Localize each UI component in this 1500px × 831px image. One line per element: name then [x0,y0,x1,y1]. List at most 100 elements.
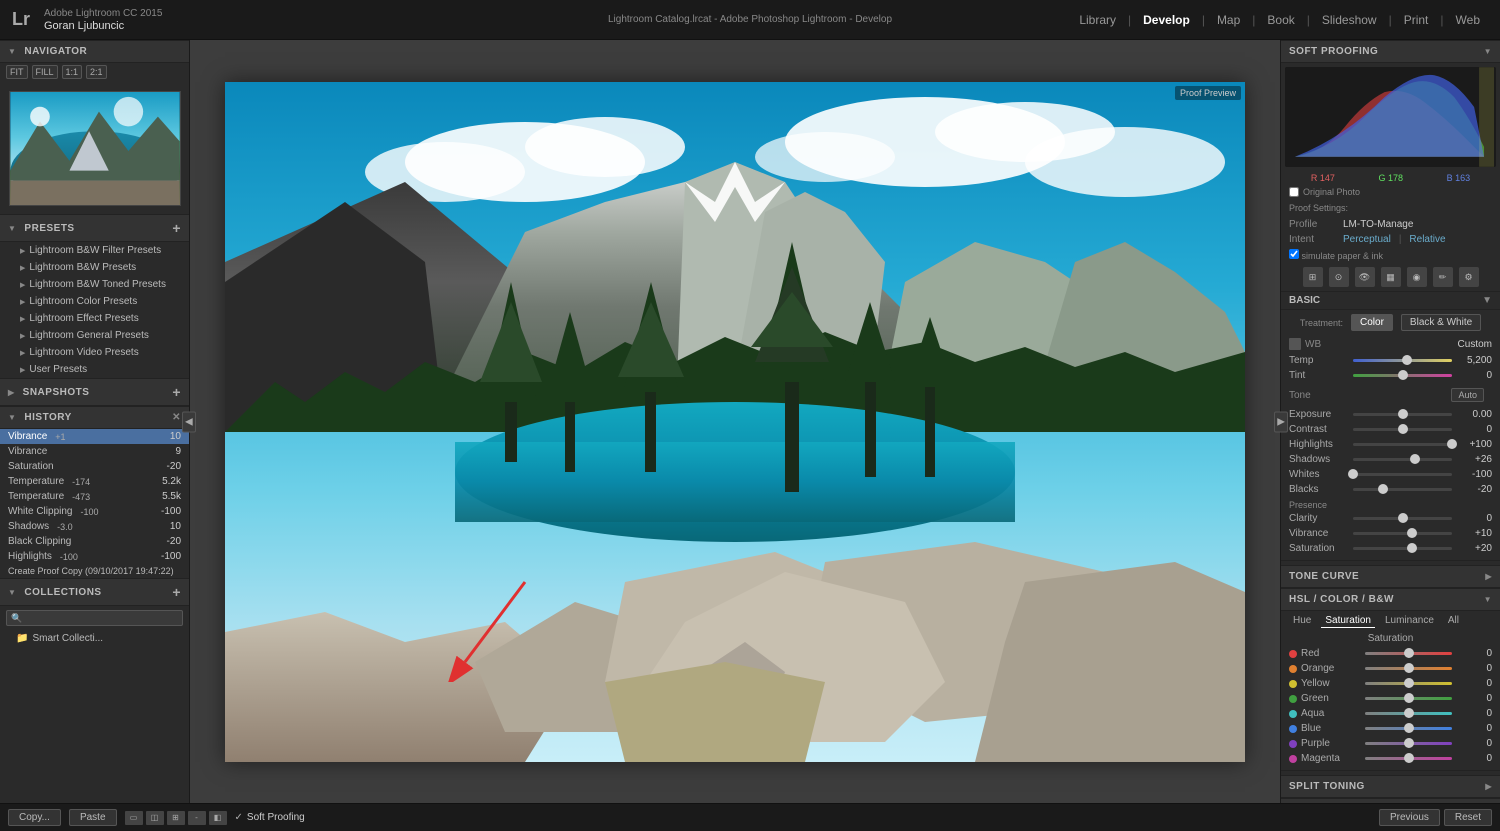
hsl-blue-thumb[interactable] [1404,723,1414,733]
crop-tool[interactable]: ⊞ [1303,267,1323,287]
exposure-track[interactable] [1353,413,1452,416]
hsl-aqua-thumb[interactable] [1404,708,1414,718]
zoom-1-1[interactable]: 1:1 [62,65,83,79]
history-item[interactable]: Vibrance 9 [0,444,189,459]
history-item[interactable]: White Clipping-100 -100 [0,504,189,519]
presets-add-btn[interactable]: + [172,220,181,236]
whites-track[interactable] [1353,473,1452,476]
hsl-tab-luminance[interactable]: Luminance [1381,614,1438,628]
left-panel-collapse[interactable]: ◀ [182,411,196,432]
split-toning-header[interactable]: Split Toning ▶ [1281,775,1500,798]
contrast-thumb[interactable] [1398,424,1408,434]
vibrance-thumb[interactable] [1407,528,1417,538]
history-item-vibrance-active[interactable]: Vibrance+1 10 [0,429,189,444]
collections-item-smart[interactable]: 📁 Smart Collecti... [0,630,189,647]
nav-map[interactable]: Map [1209,9,1248,31]
hsl-green-track[interactable] [1365,697,1452,700]
hsl-tab-saturation[interactable]: Saturation [1321,614,1375,628]
view-single[interactable]: ▭ [125,811,143,825]
hsl-orange-thumb[interactable] [1404,663,1414,673]
shadows-track[interactable] [1353,458,1452,461]
history-item[interactable]: Highlights-100 -100 [0,549,189,564]
hsl-blue-track[interactable] [1365,727,1452,730]
history-item[interactable]: Shadows-3.0 10 [0,519,189,534]
history-item-create-proof[interactable]: Create Proof Copy (09/10/2017 19:47:22) [0,564,189,578]
vibrance-track[interactable] [1353,532,1452,535]
snapshots-add-btn[interactable]: + [172,384,181,400]
collections-search-input[interactable] [6,610,183,626]
zoom-fill[interactable]: FILL [32,65,58,79]
preset-item[interactable]: ▶Lightroom B&W Presets [0,259,189,276]
auto-btn[interactable]: Auto [1451,388,1484,402]
nav-print[interactable]: Print [1396,9,1437,31]
treatment-color-btn[interactable]: Color [1351,314,1393,331]
previous-btn[interactable]: Previous [1379,809,1440,826]
history-header[interactable]: ▼ History ✕ [0,406,189,429]
hsl-tab-hue[interactable]: Hue [1289,614,1315,628]
spot-removal-tool[interactable]: ⊙ [1329,267,1349,287]
hsl-orange-track[interactable] [1365,667,1452,670]
hsl-purple-thumb[interactable] [1404,738,1414,748]
preset-item[interactable]: ▶Lightroom B&W Filter Presets [0,242,189,259]
temp-track[interactable] [1353,359,1452,362]
history-close[interactable]: ✕ [172,412,181,423]
hsl-magenta-thumb[interactable] [1404,753,1414,763]
tint-thumb[interactable] [1398,370,1408,380]
hsl-red-thumb[interactable] [1404,648,1414,658]
proof-simulate-checkbox[interactable] [1289,249,1299,259]
right-panel-collapse[interactable]: ▶ [1274,411,1288,432]
blacks-thumb[interactable] [1378,484,1388,494]
hsl-header[interactable]: HSL / Color / B&W ▼ [1281,588,1500,611]
view-before-after[interactable]: ◧ [209,811,227,825]
clarity-track[interactable] [1353,517,1452,520]
history-item[interactable]: Temperature-174 5.2k [0,474,189,489]
hsl-aqua-track[interactable] [1365,712,1452,715]
proof-intent-relative[interactable]: Relative [1409,234,1445,245]
exposure-thumb[interactable] [1398,409,1408,419]
radial-filter-tool[interactable]: ◉ [1407,267,1427,287]
view-survey[interactable]: ⊞ [167,811,185,825]
hsl-yellow-track[interactable] [1365,682,1452,685]
zoom-2-1[interactable]: 2:1 [86,65,107,79]
detail-header[interactable]: Detail ▶ [1281,798,1500,803]
view-compare[interactable]: ◫ [146,811,164,825]
preset-item[interactable]: ▶User Presets [0,361,189,378]
navigator-thumbnail[interactable] [9,91,181,206]
hsl-yellow-thumb[interactable] [1404,678,1414,688]
nav-develop[interactable]: Develop [1135,9,1198,31]
nav-library[interactable]: Library [1071,9,1124,31]
paste-btn[interactable]: Paste [69,809,117,826]
preset-item[interactable]: ▶Lightroom Video Presets [0,344,189,361]
preset-item[interactable]: ▶Lightroom General Presets [0,327,189,344]
soft-proofing-header[interactable]: Soft Proofing ▼ [1281,40,1500,63]
hsl-magenta-track[interactable] [1365,757,1452,760]
snapshots-header[interactable]: ▶ Snapshots + [0,378,189,406]
reset-btn[interactable]: Reset [1444,809,1492,826]
whites-thumb[interactable] [1348,469,1358,479]
history-item[interactable]: Black Clipping -20 [0,534,189,549]
saturation-thumb[interactable] [1407,543,1417,553]
tint-track[interactable] [1353,374,1452,377]
graduated-filter-tool[interactable]: ▦ [1381,267,1401,287]
tone-curve-header[interactable]: Tone Curve ▶ [1281,565,1500,588]
hsl-tab-all[interactable]: All [1444,614,1463,628]
nav-web[interactable]: Web [1448,9,1488,31]
wb-eyedropper[interactable] [1289,338,1301,350]
wb-value[interactable]: Custom [1417,339,1493,350]
adjustment-brush-tool[interactable]: ✏ [1433,267,1453,287]
highlights-track[interactable] [1353,443,1452,446]
nav-slideshow[interactable]: Slideshow [1314,9,1385,31]
clarity-thumb[interactable] [1398,513,1408,523]
collections-header[interactable]: ▼ Collections + [0,578,189,606]
saturation-track[interactable] [1353,547,1452,550]
navigator-header[interactable]: ▼ Navigator [0,40,189,63]
treatment-bw-btn[interactable]: Black & White [1401,314,1481,331]
original-photo-checkbox[interactable] [1289,187,1299,197]
presets-header[interactable]: ▼ Presets + [0,214,189,242]
temp-thumb[interactable] [1402,355,1412,365]
redeye-tool[interactable]: 👁 [1355,267,1375,287]
proof-intent-perceptual[interactable]: Perceptual [1343,234,1391,245]
blacks-track[interactable] [1353,488,1452,491]
preset-item[interactable]: ▶Lightroom Effect Presets [0,310,189,327]
settings-tool[interactable]: ⚙ [1459,267,1479,287]
